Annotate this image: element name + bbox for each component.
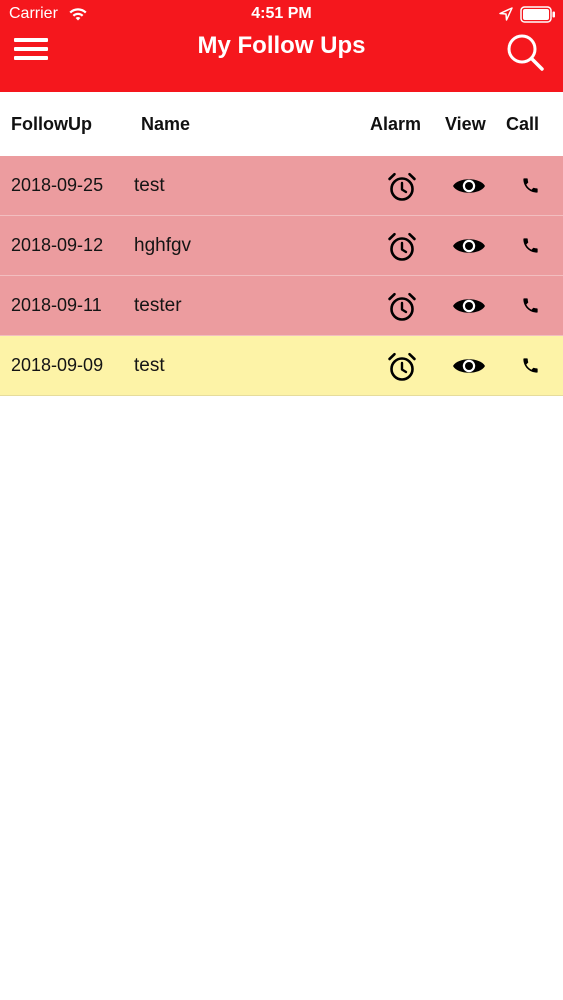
hamburger-menu-icon[interactable] xyxy=(12,34,50,64)
battery-icon xyxy=(520,6,555,23)
followup-date: 2018-09-12 xyxy=(11,235,104,255)
alarm-clock-icon[interactable] xyxy=(386,351,418,383)
eye-icon[interactable] xyxy=(452,174,486,198)
phone-icon[interactable] xyxy=(521,176,540,195)
followup-list: 2018-09-25 test 2018-09-12 hghfgv 2018-0… xyxy=(0,156,563,396)
status-bar: Carrier 4:51 PM xyxy=(0,0,563,30)
status-time: 4:51 PM xyxy=(251,5,312,22)
followup-name: test xyxy=(134,175,165,196)
header: Carrier 4:51 PM My Follow Ups xyxy=(0,0,563,92)
phone-icon[interactable] xyxy=(521,236,540,255)
search-icon[interactable] xyxy=(504,32,546,72)
location-arrow-icon xyxy=(499,7,513,21)
table-row[interactable]: 2018-09-09 test xyxy=(0,336,563,396)
nav-bar: My Follow Ups xyxy=(0,30,563,92)
column-header-alarm: Alarm xyxy=(370,114,422,134)
follow-ups-screen: Carrier 4:51 PM My Follow Ups FollowUp N… xyxy=(0,0,563,1000)
column-header-followup: FollowUp xyxy=(11,114,92,134)
column-header-name: Name xyxy=(141,114,191,134)
followup-name: tester xyxy=(134,295,182,316)
page-title: My Follow Ups xyxy=(197,32,366,59)
table-header: FollowUp Name Alarm View Call xyxy=(0,92,563,156)
followup-date: 2018-09-09 xyxy=(11,355,104,375)
column-header-view: View xyxy=(445,114,486,134)
phone-icon[interactable] xyxy=(521,296,540,315)
eye-icon[interactable] xyxy=(452,294,486,318)
alarm-clock-icon[interactable] xyxy=(386,291,418,323)
phone-icon[interactable] xyxy=(521,356,540,375)
column-header-call: Call xyxy=(506,114,540,134)
followup-date: 2018-09-11 xyxy=(11,295,102,315)
followup-name: test xyxy=(134,355,165,376)
eye-icon[interactable] xyxy=(452,234,486,258)
alarm-clock-icon[interactable] xyxy=(386,231,418,263)
table-row[interactable]: 2018-09-25 test xyxy=(0,156,563,216)
eye-icon[interactable] xyxy=(452,354,486,378)
table-row[interactable]: 2018-09-12 hghfgv xyxy=(0,216,563,276)
followup-date: 2018-09-25 xyxy=(11,175,104,195)
alarm-clock-icon[interactable] xyxy=(386,171,418,203)
followup-name: hghfgv xyxy=(134,235,192,256)
table-row[interactable]: 2018-09-11 tester xyxy=(0,276,563,336)
